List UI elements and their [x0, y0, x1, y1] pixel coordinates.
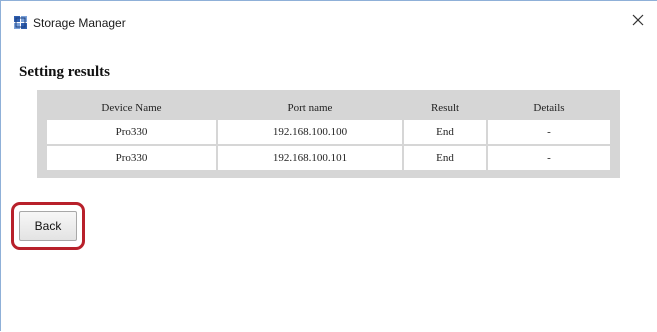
column-header-port-name: Port name: [218, 98, 402, 118]
table-header-row: Device Name Port name Result Details: [47, 98, 610, 118]
window-title: Storage Manager: [33, 16, 126, 30]
results-table-container: Device Name Port name Result Details Pro…: [37, 90, 620, 178]
cell-result: End: [404, 120, 486, 144]
cell-details: -: [488, 146, 610, 170]
close-icon: [632, 13, 644, 31]
cell-details: -: [488, 120, 610, 144]
cell-port-name: 192.168.100.100: [218, 120, 402, 144]
table-row: Pro330 192.168.100.100 End -: [47, 120, 610, 144]
title-bar: Storage Manager: [1, 1, 657, 37]
close-button[interactable]: [627, 11, 649, 33]
cell-result: End: [404, 146, 486, 170]
cell-port-name: 192.168.100.101: [218, 146, 402, 170]
section-title: Setting results: [19, 64, 110, 80]
column-header-result: Result: [404, 98, 486, 118]
storage-manager-window: Storage Manager Setting results Device N…: [0, 0, 657, 332]
results-table: Device Name Port name Result Details Pro…: [45, 96, 612, 172]
storage-manager-app-icon: [14, 16, 28, 30]
cell-device-name: Pro330: [47, 120, 216, 144]
column-header-device-name: Device Name: [47, 98, 216, 118]
content-area: Setting results Device Name Port name Re…: [9, 38, 649, 332]
column-header-details: Details: [488, 98, 610, 118]
back-button[interactable]: Back: [19, 211, 77, 241]
table-row: Pro330 192.168.100.101 End -: [47, 146, 610, 170]
cell-device-name: Pro330: [47, 146, 216, 170]
